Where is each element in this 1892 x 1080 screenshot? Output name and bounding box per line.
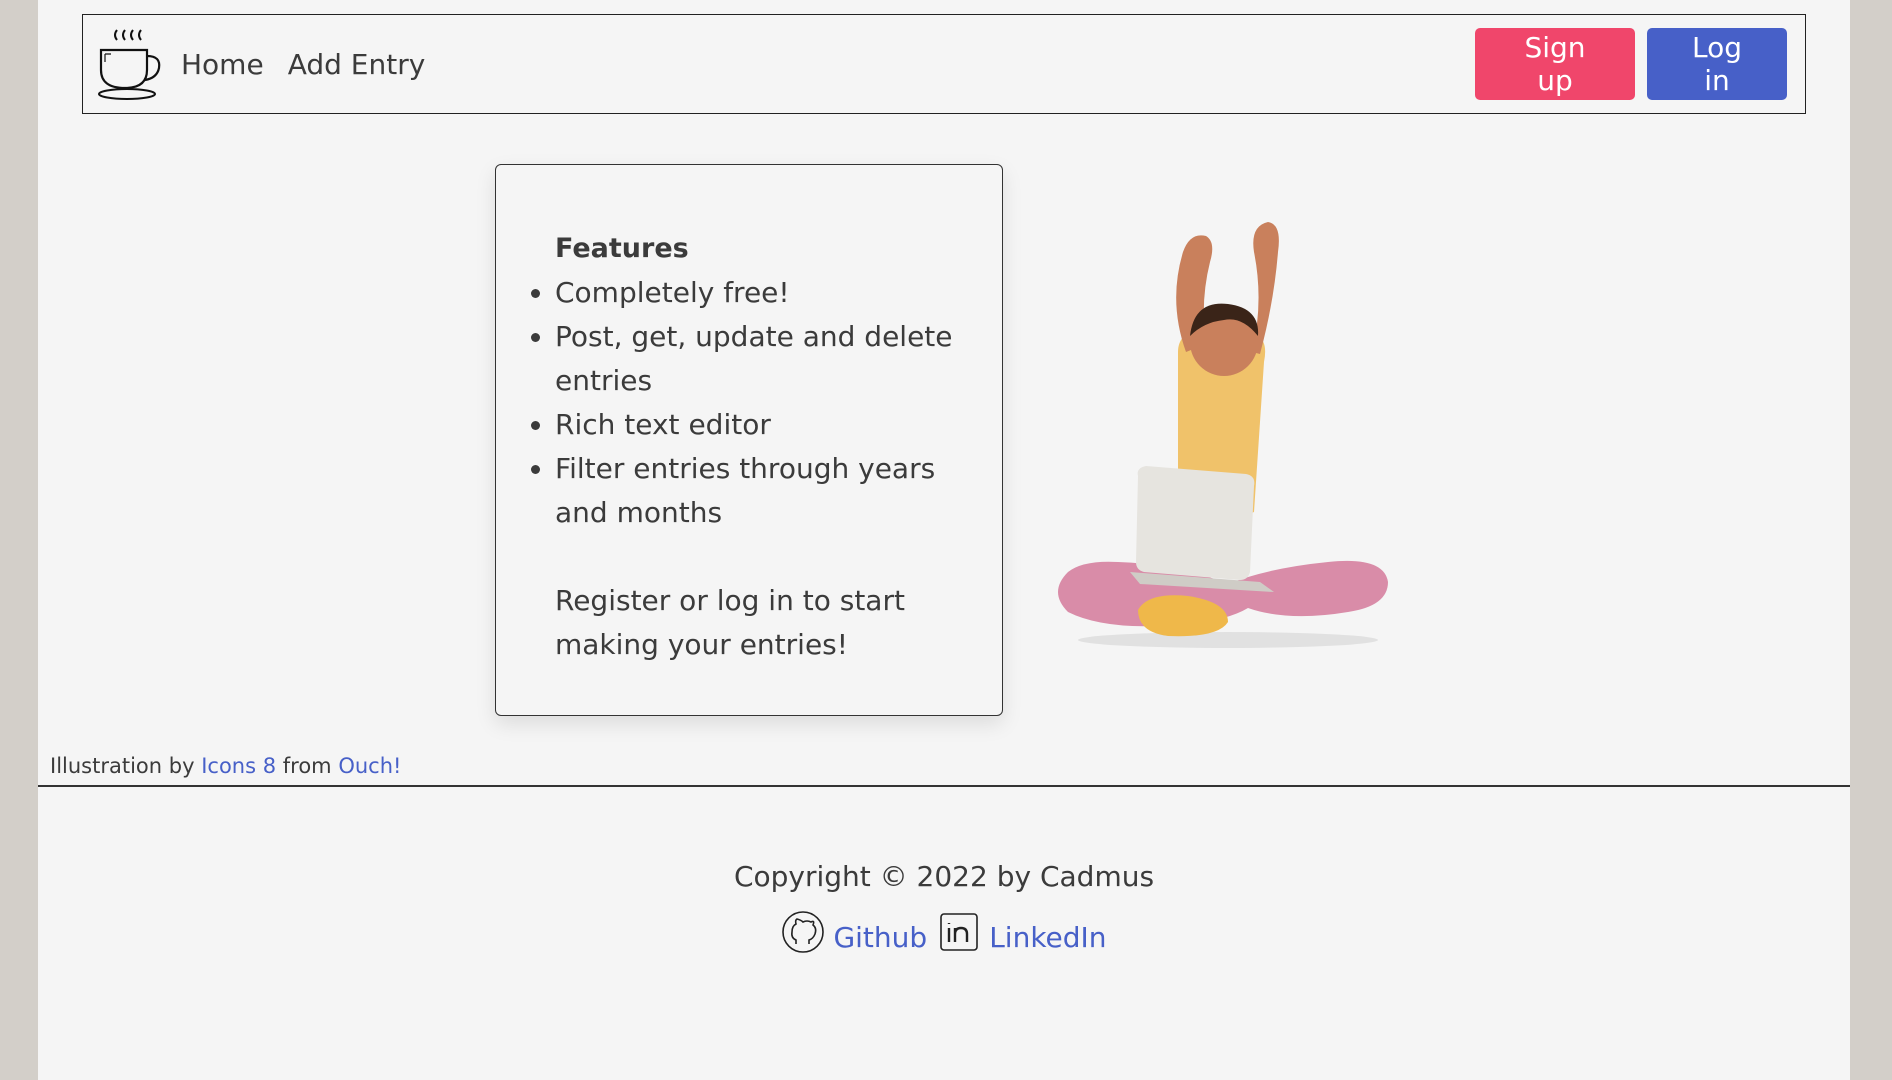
navbar: Home Add Entry Sign up Log in	[82, 14, 1806, 114]
features-card: Features Completely free! Post, get, upd…	[495, 164, 1003, 716]
github-icon[interactable]	[781, 910, 825, 954]
linkedin-link-group[interactable]: LinkedIn	[937, 910, 1107, 954]
illustration-credit: Illustration by Icons 8 from Ouch!	[50, 754, 401, 778]
features-title: Features	[555, 233, 689, 264]
feature-item: Post, get, update and delete entries	[531, 315, 962, 403]
login-button[interactable]: Log in	[1647, 28, 1787, 100]
linkedin-icon[interactable]	[937, 910, 981, 954]
nav-add-entry[interactable]: Add Entry	[288, 48, 426, 81]
credit-link-ouch[interactable]: Ouch!	[338, 754, 401, 778]
linkedin-link[interactable]: LinkedIn	[989, 921, 1106, 954]
nav-home[interactable]: Home	[181, 48, 264, 81]
feature-item: Completely free!	[531, 271, 962, 315]
features-cta: Register or log in to start making your …	[555, 584, 905, 661]
coffee-cup-icon[interactable]	[95, 26, 163, 102]
feature-item: Rich text editor	[531, 403, 962, 447]
credit-link-icons8[interactable]: Icons 8	[201, 754, 276, 778]
footer-divider	[38, 785, 1850, 787]
social-links: Github LinkedIn	[38, 910, 1850, 954]
nav-actions: Sign up Log in	[1475, 28, 1787, 100]
github-link[interactable]: Github	[833, 921, 927, 954]
credit-prefix: Illustration by	[50, 754, 195, 778]
person-with-laptop-illustration	[1058, 222, 1388, 648]
credit-middle: from	[282, 754, 332, 778]
github-link-group[interactable]: Github	[781, 910, 927, 954]
features-list: Completely free! Post, get, update and d…	[531, 271, 962, 535]
page: Home Add Entry Sign up Log in Features C…	[38, 0, 1850, 1080]
signup-button[interactable]: Sign up	[1475, 28, 1635, 100]
feature-item: Filter entries through years and months	[531, 447, 962, 535]
copyright-text: Copyright © 2022 by Cadmus	[733, 860, 1155, 893]
